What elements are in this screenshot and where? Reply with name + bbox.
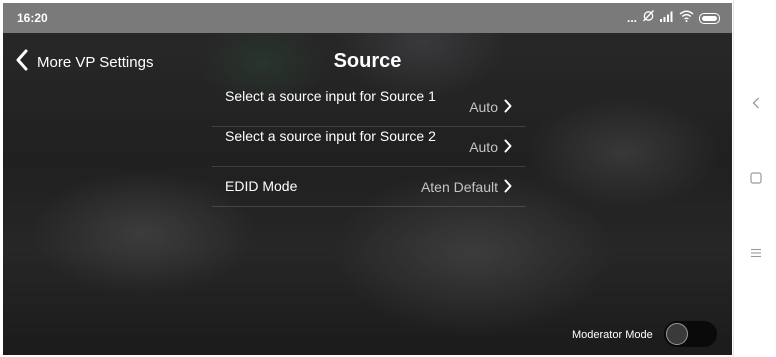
alarm-off-icon [642,9,655,27]
chevron-right-icon [504,139,512,158]
edid-mode-row[interactable]: EDID Mode Aten Default [212,167,526,207]
more-notifications-icon: ... [626,11,637,25]
wifi-icon [679,9,694,27]
status-bar: 16:20 ... [3,3,732,33]
signal-icon [660,9,674,27]
setting-value: Auto [469,99,498,115]
nav-menu-button[interactable] [746,244,766,264]
moderator-mode-label: Moderator Mode [572,329,653,341]
nav-home-button[interactable] [746,170,766,190]
back-icon [752,96,760,114]
page-title: Source [333,50,402,72]
setting-label: Select a source input for Source 1 [225,88,436,104]
setting-label: Select a source input for Source 2 [225,128,436,144]
settings-list: Select a source input for Source 1 Auto … [212,87,526,207]
android-nav-bar [733,0,776,357]
toggle-knob [666,323,688,345]
menu-icon [750,245,762,263]
battery-icon [699,12,720,24]
home-icon [750,171,762,189]
source-1-input-row[interactable]: Select a source input for Source 1 Auto [212,87,526,127]
setting-label: EDID Mode [225,178,298,194]
moderator-mode-toggle[interactable] [664,321,717,347]
chevron-right-icon [504,179,512,198]
top-bar: More VP Settings Source [3,33,732,89]
setting-value: Auto [469,139,498,155]
app-screen: 16:20 ... More VP Settings Source Select [3,3,732,355]
status-time: 16:20 [17,11,48,25]
status-icons: ... [627,10,720,26]
chevron-right-icon [504,99,512,118]
setting-value: Aten Default [420,179,498,195]
source-2-input-row[interactable]: Select a source input for Source 2 Auto [212,127,526,167]
nav-back-button[interactable] [746,95,766,115]
